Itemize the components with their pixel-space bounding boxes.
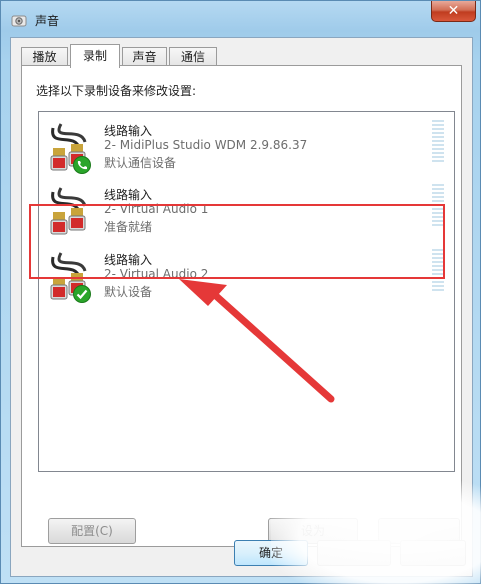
- instruction-text: 选择以下录制设备来修改设置:: [36, 84, 197, 98]
- tab-playback[interactable]: 播放: [21, 47, 68, 67]
- device-name: 线路输入: [104, 253, 153, 267]
- level-meter: [432, 249, 444, 291]
- apply-button[interactable]: [400, 540, 466, 566]
- device-driver: 2- Virtual Audio 2: [104, 267, 209, 281]
- tab-sounds[interactable]: 声音: [122, 47, 167, 67]
- tab-communications[interactable]: 通信: [169, 47, 217, 67]
- device-item-selected[interactable]: 线路输入 2- Virtual Audio 2 默认设备: [43, 245, 450, 309]
- rca-cable-icon: [50, 187, 87, 235]
- recording-tab-panel: 选择以下录制设备来修改设置: 线路输入 2- MidiPlus Studio W…: [21, 65, 462, 547]
- close-button[interactable]: ✕: [431, 1, 476, 22]
- phone-icon: [73, 156, 91, 174]
- cancel-button[interactable]: [317, 540, 391, 566]
- level-meter: [432, 120, 444, 162]
- device-name: 线路输入: [104, 188, 153, 202]
- sound-dialog-window: 声音 ✕ 播放 录制 声音 通信 选择以下录制设备来修改设置: 线路输入 2- …: [0, 0, 481, 584]
- window-title: 声音: [35, 14, 60, 28]
- device-item[interactable]: 线路输入 2- MidiPlus Studio WDM 2.9.86.37 默认…: [43, 116, 450, 180]
- checkmark-icon: [73, 285, 91, 303]
- ok-button[interactable]: 确定: [234, 540, 308, 566]
- level-meter: [432, 184, 444, 226]
- configure-button[interactable]: 配置(C): [48, 518, 136, 544]
- device-name: 线路输入: [104, 124, 153, 138]
- device-status: 默认设备: [104, 285, 153, 299]
- device-driver: 2- MidiPlus Studio WDM 2.9.86.37: [104, 138, 308, 152]
- speaker-icon: [11, 15, 27, 27]
- device-status: 准备就绪: [104, 220, 153, 234]
- device-item[interactable]: 线路输入 2- Virtual Audio 1 准备就绪: [43, 180, 450, 244]
- dialog-content: 播放 录制 声音 通信 选择以下录制设备来修改设置: 线路输入 2- MidiP…: [10, 37, 473, 577]
- tab-recording[interactable]: 录制: [70, 44, 120, 68]
- device-status: 默认通信设备: [104, 156, 177, 170]
- recording-device-list[interactable]: 线路输入 2- MidiPlus Studio WDM 2.9.86.37 默认…: [38, 111, 455, 472]
- title-bar[interactable]: 声音 ✕: [1, 1, 481, 37]
- device-driver: 2- Virtual Audio 1: [104, 202, 209, 216]
